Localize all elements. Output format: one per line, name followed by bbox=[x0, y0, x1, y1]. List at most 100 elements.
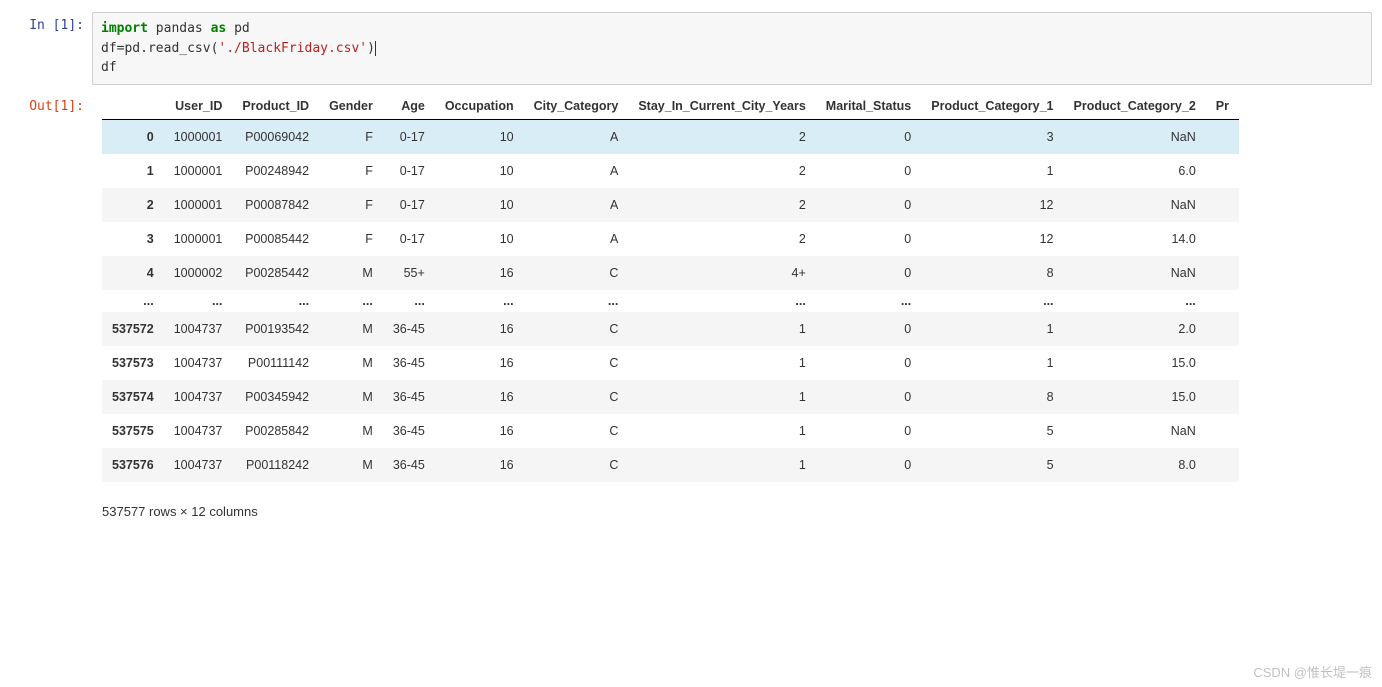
cell: 1000001 bbox=[164, 222, 233, 256]
cell: 1000001 bbox=[164, 119, 233, 154]
row-index: ... bbox=[102, 290, 164, 312]
cell: 8 bbox=[921, 380, 1063, 414]
cell: 1000002 bbox=[164, 256, 233, 290]
table-row: 21000001P00087842F0-1710A2012NaN bbox=[102, 188, 1239, 222]
cell: P00118242 bbox=[232, 448, 319, 482]
table-row: 11000001P00248942F0-1710A2016.0 bbox=[102, 154, 1239, 188]
cell: 1 bbox=[628, 312, 815, 346]
cell: 1004737 bbox=[164, 448, 233, 482]
cell: P00069042 bbox=[232, 119, 319, 154]
cell: M bbox=[319, 414, 383, 448]
cell bbox=[1206, 448, 1239, 482]
table-row: 01000001P00069042F0-1710A203NaN bbox=[102, 119, 1239, 154]
cell: P00087842 bbox=[232, 188, 319, 222]
keyword-as: as bbox=[211, 21, 227, 36]
table-header: User_ID Product_ID Gender Age Occupation… bbox=[102, 93, 1239, 120]
cell: 55+ bbox=[383, 256, 435, 290]
cell: P00285442 bbox=[232, 256, 319, 290]
cell bbox=[1206, 312, 1239, 346]
cell: ... bbox=[524, 290, 629, 312]
cell: M bbox=[319, 256, 383, 290]
cell: 36-45 bbox=[383, 414, 435, 448]
cell bbox=[1206, 154, 1239, 188]
cell: 10 bbox=[435, 154, 524, 188]
cell: 0 bbox=[816, 312, 921, 346]
cell bbox=[1206, 188, 1239, 222]
cell bbox=[1206, 290, 1239, 312]
cell: C bbox=[524, 346, 629, 380]
cell: 8.0 bbox=[1064, 448, 1206, 482]
output-cell: Out[1]: User_ID Product_ID Gender Age Oc… bbox=[10, 93, 1372, 519]
row-index: 2 bbox=[102, 188, 164, 222]
cell: 1000001 bbox=[164, 154, 233, 188]
cell: 0 bbox=[816, 188, 921, 222]
cell: 36-45 bbox=[383, 312, 435, 346]
cell: ... bbox=[232, 290, 319, 312]
cell: 12 bbox=[921, 188, 1063, 222]
cell: 1004737 bbox=[164, 414, 233, 448]
table-row: 5375751004737P00285842M36-4516C105NaN bbox=[102, 414, 1239, 448]
input-cell: In [1]: import pandas as pd df=pd.read_c… bbox=[10, 12, 1372, 85]
cell: 0 bbox=[816, 414, 921, 448]
cell: M bbox=[319, 448, 383, 482]
cell: 8 bbox=[921, 256, 1063, 290]
cell: 15.0 bbox=[1064, 346, 1206, 380]
cell: 1 bbox=[628, 448, 815, 482]
cell bbox=[1206, 119, 1239, 154]
keyword-import: import bbox=[101, 21, 148, 36]
col-header: Product_Category_1 bbox=[921, 93, 1063, 120]
table-row: 31000001P00085442F0-1710A201214.0 bbox=[102, 222, 1239, 256]
cell: 36-45 bbox=[383, 380, 435, 414]
cell: 1 bbox=[921, 154, 1063, 188]
cell: 0 bbox=[816, 448, 921, 482]
cell: C bbox=[524, 448, 629, 482]
cursor bbox=[375, 41, 376, 56]
cell: P00085442 bbox=[232, 222, 319, 256]
cell: F bbox=[319, 188, 383, 222]
cell: 10 bbox=[435, 188, 524, 222]
cell: 3 bbox=[921, 119, 1063, 154]
cell: ... bbox=[921, 290, 1063, 312]
col-header: Product_Category_2 bbox=[1064, 93, 1206, 120]
code-line-1: import pandas as pd bbox=[101, 19, 1363, 39]
row-index: 537576 bbox=[102, 448, 164, 482]
cell: C bbox=[524, 312, 629, 346]
cell bbox=[1206, 414, 1239, 448]
cell: 10 bbox=[435, 222, 524, 256]
cell: 1 bbox=[921, 346, 1063, 380]
cell: P00111142 bbox=[232, 346, 319, 380]
row-index: 0 bbox=[102, 119, 164, 154]
code-editor[interactable]: import pandas as pd df=pd.read_csv('./Bl… bbox=[92, 12, 1372, 85]
input-prompt: In [1]: bbox=[10, 12, 92, 85]
row-index: 4 bbox=[102, 256, 164, 290]
row-index: 1 bbox=[102, 154, 164, 188]
watermark: CSDN @惟长堤一痕 bbox=[1253, 662, 1372, 681]
cell: 16 bbox=[435, 346, 524, 380]
cell: 1 bbox=[921, 312, 1063, 346]
cell: 16 bbox=[435, 448, 524, 482]
cell: 0-17 bbox=[383, 222, 435, 256]
cell: 1004737 bbox=[164, 346, 233, 380]
cell: 5 bbox=[921, 448, 1063, 482]
table-row: 5375731004737P00111142M36-4516C10115.0 bbox=[102, 346, 1239, 380]
cell: 36-45 bbox=[383, 346, 435, 380]
cell: 2 bbox=[628, 154, 815, 188]
cell: 2 bbox=[628, 222, 815, 256]
dataframe-table: User_ID Product_ID Gender Age Occupation… bbox=[102, 93, 1239, 482]
cell: ... bbox=[319, 290, 383, 312]
cell: F bbox=[319, 119, 383, 154]
col-header: Age bbox=[383, 93, 435, 120]
table-row: ................................. bbox=[102, 290, 1239, 312]
cell: 1004737 bbox=[164, 380, 233, 414]
table-row: 41000002P00285442M55+16C4+08NaN bbox=[102, 256, 1239, 290]
cell: 0-17 bbox=[383, 154, 435, 188]
cell: 36-45 bbox=[383, 448, 435, 482]
cell: 12 bbox=[921, 222, 1063, 256]
cell: 14.0 bbox=[1064, 222, 1206, 256]
cell: 0 bbox=[816, 154, 921, 188]
cell: ... bbox=[628, 290, 815, 312]
col-header: City_Category bbox=[524, 93, 629, 120]
cell: 2 bbox=[628, 119, 815, 154]
row-index: 537572 bbox=[102, 312, 164, 346]
code-line-3: df bbox=[101, 58, 1363, 78]
